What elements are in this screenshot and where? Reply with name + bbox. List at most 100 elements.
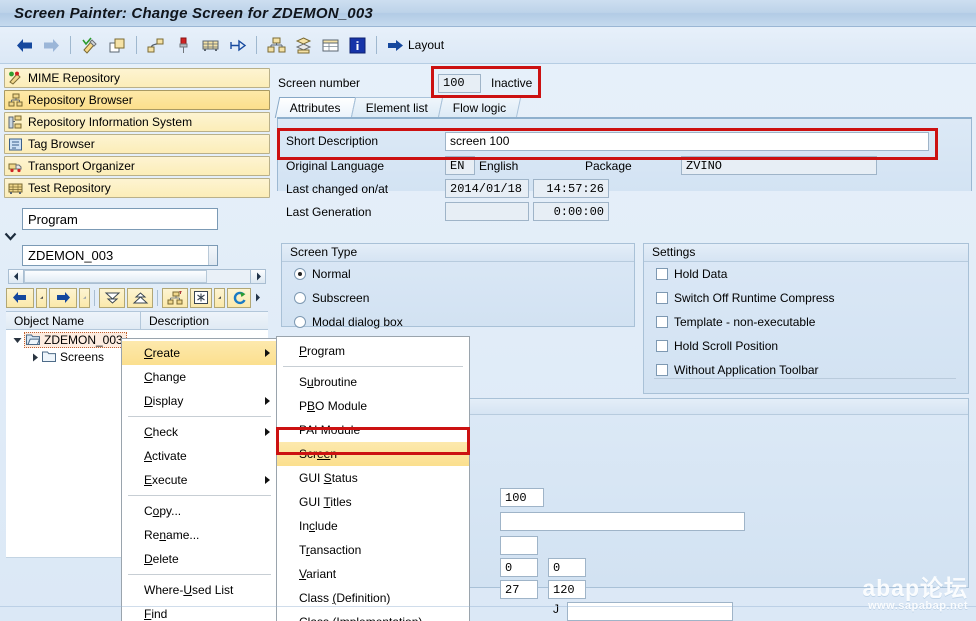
create-submenu[interactable]: Program Subroutine PBO Module PAI Module… xyxy=(276,336,470,621)
tree-back-icon[interactable] xyxy=(6,287,34,308)
short-description-input[interactable]: screen 100 xyxy=(445,131,929,151)
checkbox-switch-off-runtime-compress[interactable]: Switch Off Runtime Compress xyxy=(644,286,968,310)
object-type-select[interactable]: Program xyxy=(22,208,218,230)
check-pencil-icon[interactable] xyxy=(77,33,103,57)
tab-label: Element list xyxy=(365,101,428,115)
tree-back-dropdown-icon[interactable] xyxy=(36,287,47,308)
scrollbar-track[interactable] xyxy=(207,270,250,283)
sidebar-item-repository-information-system[interactable]: Repository Information System xyxy=(4,112,270,132)
menu-item-change[interactable]: Change xyxy=(122,365,277,389)
checkbox-hold-scroll-position[interactable]: Hold Scroll Position xyxy=(644,334,968,358)
columns-occupied-input[interactable]: 0 xyxy=(548,558,586,577)
navigate-icon[interactable] xyxy=(224,33,250,57)
copy-object-icon[interactable] xyxy=(104,33,130,57)
submenu-item-gui-status[interactable]: GUI Status xyxy=(277,466,469,490)
menu-item-copy[interactable]: Copy... xyxy=(122,499,277,523)
expand-all-icon[interactable] xyxy=(99,287,125,308)
scroll-left-icon[interactable] xyxy=(9,270,24,283)
menu-item-where-used-list[interactable]: Where-Used List xyxy=(122,578,277,602)
stack-icon[interactable] xyxy=(290,33,316,57)
filter-icon[interactable] xyxy=(190,287,212,308)
hierarchy-icon[interactable] xyxy=(263,33,289,57)
next-screen-input[interactable]: 100 xyxy=(500,488,544,507)
tree-expand-toggle-icon[interactable] xyxy=(28,353,42,362)
menu-item-display[interactable]: Display xyxy=(122,389,277,413)
lines-maintained-input[interactable]: 27 xyxy=(500,580,538,599)
submenu-item-include[interactable]: Include xyxy=(277,514,469,538)
menu-item-execute[interactable]: Execute xyxy=(122,468,277,492)
filter-dropdown-icon[interactable] xyxy=(214,287,225,308)
radio-subscreen[interactable]: Subscreen xyxy=(282,286,634,310)
lines-occupied-input[interactable]: 0 xyxy=(500,558,538,577)
tree-forward-dropdown-icon[interactable] xyxy=(79,287,90,308)
sidebar-horizontal-scrollbar[interactable] xyxy=(8,269,266,284)
submenu-item-class-implementation[interactable]: Class (Implementation) xyxy=(277,610,469,621)
original-language-input[interactable]: EN xyxy=(445,156,475,175)
scrollbar-thumb[interactable] xyxy=(24,270,207,283)
radio-subscreen-indicator[interactable] xyxy=(294,292,306,304)
collapse-all-icon[interactable] xyxy=(127,287,153,308)
radio-normal[interactable]: Normal xyxy=(282,262,634,286)
columns-maintained-input[interactable]: 120 xyxy=(548,580,586,599)
menu-item-rename[interactable]: Rename... xyxy=(122,523,277,547)
submenu-item-transaction[interactable]: Transaction xyxy=(277,538,469,562)
submenu-item-subroutine[interactable]: Subroutine xyxy=(277,370,469,394)
sidebar-item-tag-browser[interactable]: Tag Browser xyxy=(4,134,270,154)
refresh-icon[interactable] xyxy=(227,287,251,308)
sidebar-item-label: MIME Repository xyxy=(28,71,121,85)
back-icon[interactable] xyxy=(11,33,37,57)
object-list-icon[interactable] xyxy=(162,287,188,308)
menu-item-activate[interactable]: Activate xyxy=(122,444,277,468)
forward-icon[interactable] xyxy=(38,33,64,57)
layout-button[interactable]: Layout xyxy=(386,38,444,53)
screen-number-input[interactable]: 100 xyxy=(438,73,481,93)
element-list-icon[interactable] xyxy=(197,33,223,57)
tree-toolbar-overflow-icon[interactable] xyxy=(253,293,263,302)
radio-normal-indicator[interactable] xyxy=(294,268,306,280)
flow-logic-icon[interactable] xyxy=(143,33,169,57)
checkbox-indicator[interactable] xyxy=(656,340,668,352)
info-icon[interactable] xyxy=(344,33,370,57)
sidebar-item-test-repository[interactable]: Test Repository xyxy=(4,178,270,198)
checkbox-indicator[interactable] xyxy=(656,268,668,280)
checkbox-hold-data[interactable]: Hold Data xyxy=(644,262,968,286)
pin-icon[interactable] xyxy=(170,33,196,57)
cursor-position-input[interactable] xyxy=(500,512,745,531)
tree-node-screens[interactable]: Screens xyxy=(42,350,104,365)
chevron-down-icon[interactable] xyxy=(4,230,270,244)
submenu-item-screen[interactable]: Screen xyxy=(277,442,469,466)
sidebar-item-transport-organizer[interactable]: Transport Organizer xyxy=(4,156,270,176)
input-resize-nub xyxy=(208,246,217,265)
package-input[interactable]: ZVINO xyxy=(681,156,877,175)
sidebar-item-repository-browser[interactable]: Repository Browser xyxy=(4,90,270,110)
tab-flow-logic[interactable]: Flow logic xyxy=(437,97,522,118)
tree-node-zdemon-003[interactable]: ZDEMON_003 xyxy=(24,332,127,348)
radio-modal-indicator[interactable] xyxy=(294,316,306,328)
object-context-menu[interactable]: Create Change Display Check Activate Exe… xyxy=(121,338,278,621)
tree-expand-toggle-icon[interactable] xyxy=(10,337,24,344)
menu-item-delete[interactable]: Delete xyxy=(122,547,277,571)
table-icon[interactable] xyxy=(317,33,343,57)
submenu-item-program[interactable]: Program xyxy=(277,339,469,363)
tree-forward-icon[interactable] xyxy=(49,287,77,308)
scroll-right-icon[interactable] xyxy=(250,270,265,283)
checkbox-indicator[interactable] xyxy=(656,316,668,328)
radio-modal-dialog-box[interactable]: Modal dialog box xyxy=(282,310,634,334)
submenu-item-pai-module[interactable]: PAI Module xyxy=(277,418,469,442)
checkbox-indicator[interactable] xyxy=(656,292,668,304)
menu-item-create[interactable]: Create xyxy=(122,341,277,365)
checkbox-indicator[interactable] xyxy=(656,364,668,376)
tab-element-list[interactable]: Element list xyxy=(350,97,443,118)
checkbox-template-non-executable[interactable]: Template - non-executable xyxy=(644,310,968,334)
tab-attributes[interactable]: Attributes xyxy=(274,97,356,118)
test-repository-icon xyxy=(8,181,23,196)
menu-item-find[interactable]: Find xyxy=(122,602,277,621)
screen-group-input[interactable] xyxy=(500,536,538,555)
submenu-item-pbo-module[interactable]: PBO Module xyxy=(277,394,469,418)
context-menu-input[interactable] xyxy=(567,602,733,621)
submenu-item-variant[interactable]: Variant xyxy=(277,562,469,586)
sidebar-item-mime-repository[interactable]: MIME Repository xyxy=(4,68,270,88)
submenu-item-gui-titles[interactable]: GUI Titles xyxy=(277,490,469,514)
menu-item-check[interactable]: Check xyxy=(122,420,277,444)
object-name-input[interactable]: ZDEMON_003 xyxy=(22,245,218,266)
